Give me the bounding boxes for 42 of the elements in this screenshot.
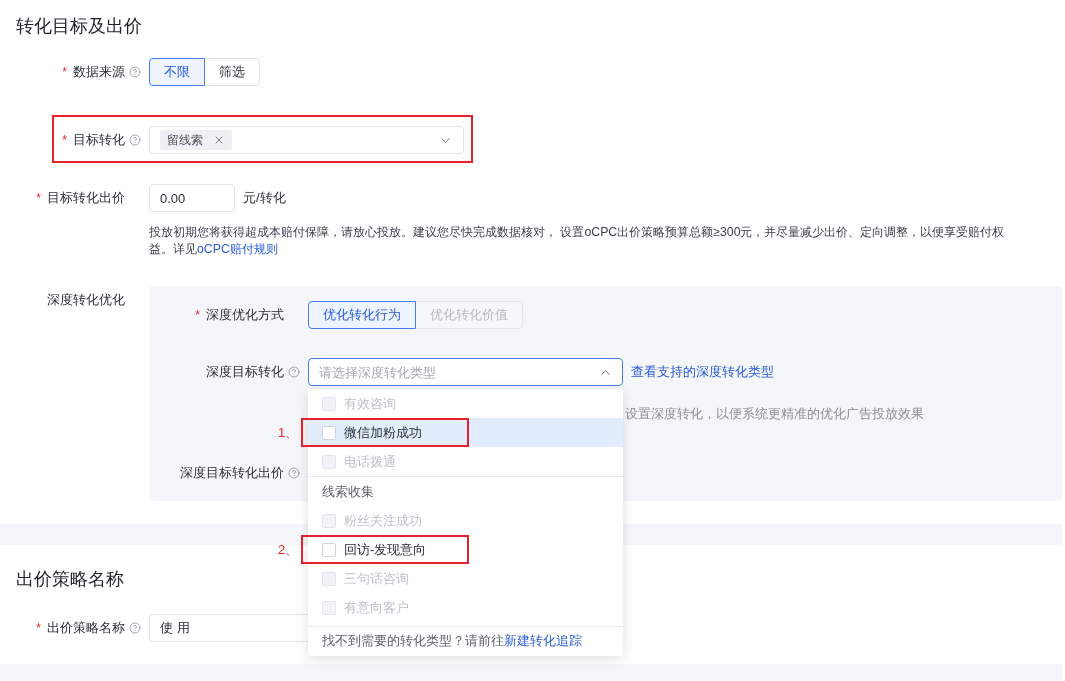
create-tracking-link[interactable]: 新建转化追踪 [504, 634, 582, 648]
segment-button[interactable]: 不限 [149, 58, 205, 86]
checkbox[interactable] [322, 425, 336, 440]
selected-tag[interactable]: 留线索 [160, 130, 232, 150]
help-icon[interactable] [288, 366, 300, 378]
supported-types-link[interactable]: 查看支持的深度转化类型 [631, 358, 774, 386]
rules-link[interactable]: oCPC赔付规则 [197, 242, 278, 256]
help-icon[interactable] [288, 467, 300, 479]
required-mark: * [195, 309, 200, 321]
help-icon[interactable] [129, 134, 141, 146]
multi-select-field[interactable]: 留线索 [149, 126, 464, 154]
field-label: 深度转化优化 [47, 291, 125, 309]
section-title: 出价策略名称 [16, 568, 124, 591]
close-icon[interactable] [213, 134, 225, 146]
field-label: 目标转化 [73, 131, 125, 149]
group-title: 线索收集 [308, 476, 623, 506]
dropdown-option[interactable]: 回访-发现意向 [308, 535, 623, 564]
name-input[interactable]: 使 用 [149, 614, 311, 642]
required-mark: * [36, 192, 41, 204]
segment-button[interactable]: 筛选 [204, 58, 260, 86]
required-mark: * [62, 134, 67, 146]
segment-button[interactable]: 优化转化行为 [308, 301, 416, 329]
unit-label: 元/转化 [243, 189, 286, 207]
field-label: 深度目标转化出价 [180, 464, 284, 482]
field-label: 深度目标转化 [206, 363, 284, 381]
bid-input[interactable]: 0.00 [149, 184, 235, 212]
hint-text: 设置深度转化，以便系统更精准的优化广告投放效果 [625, 406, 924, 423]
required-mark: * [36, 622, 41, 634]
hint-text: 投放初期您将获得超成本赔付保障，请放心投放。建议您尽快完成数据核对， 设置oCPC出价策略预算总额≥300元，并尽量减少出价、定向调整，以便享受赔付权益。详见oCPC赔付规则 [149, 224, 1006, 258]
section-title: 转化目标及出价 [16, 15, 142, 38]
required-mark: * [62, 66, 67, 78]
checkbox[interactable] [322, 542, 336, 557]
field-label: 数据来源 [73, 63, 125, 81]
help-icon[interactable] [129, 66, 141, 78]
field-label: 出价策略名称 [47, 619, 125, 637]
field-label: 深度优化方式 [206, 306, 284, 324]
callout-number: 1、 [278, 424, 299, 442]
help-icon[interactable] [129, 622, 141, 634]
field-label: 目标转化出价 [47, 189, 125, 207]
select-field[interactable]: 请选择深度转化类型 [308, 358, 623, 386]
footer-text: 找不到需要的转化类型？请前往新建转化追踪 [322, 633, 582, 650]
callout-number: 2、 [278, 541, 299, 559]
